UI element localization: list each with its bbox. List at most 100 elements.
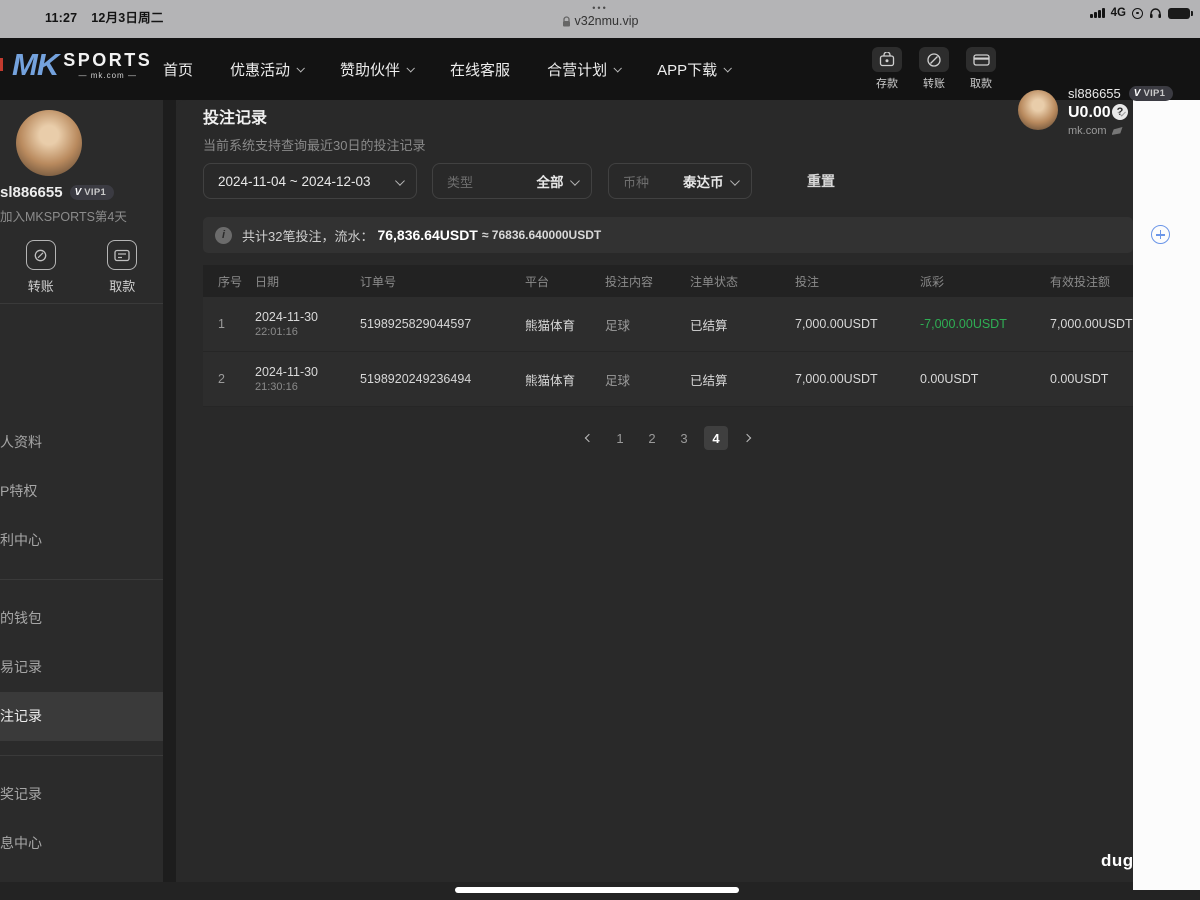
nav-app-download[interactable]: APP下载: [657, 59, 733, 80]
transfer-button[interactable]: 转账: [919, 47, 949, 91]
nav-sponsors[interactable]: 赞助伙伴: [340, 59, 415, 80]
tab-options-icon[interactable]: •••: [0, 3, 1200, 13]
order-number: 5198925829044597: [360, 317, 472, 331]
sidebar-item-vip[interactable]: P特权: [0, 467, 163, 516]
page-3-button[interactable]: 3: [672, 426, 696, 450]
chevron-left-icon: [584, 433, 594, 443]
vip-badge: V VIP1: [1128, 86, 1174, 101]
page-1-button[interactable]: 1: [608, 426, 632, 450]
sidebar-item-profile[interactable]: 人资料: [0, 418, 163, 467]
nav-livechat[interactable]: 在线客服: [450, 59, 510, 80]
chevron-right-icon: [742, 433, 752, 443]
info-icon: i: [215, 226, 232, 244]
sidebar-gutter: [163, 100, 176, 882]
sidebar-avatar: [16, 110, 82, 176]
site-header: MK SPORTS mk.com 首页 优惠活动 赞助伙伴 在线客服 合营计划 …: [0, 38, 1200, 137]
url-text: v32nmu.vip: [574, 14, 639, 28]
sidebar-item-welfare[interactable]: 利中心: [0, 516, 163, 565]
filter-bar: 2024-11-04 ~ 2024-12-03 类型 全部 币种 泰达币 重置: [203, 163, 835, 199]
chevron-down-icon: [569, 175, 580, 185]
transfer-coin-icon: [927, 52, 941, 67]
lock-icon: [562, 15, 570, 26]
vip-v-icon: V: [74, 187, 82, 198]
chevron-down-icon: [406, 64, 415, 73]
deposit-button[interactable]: 存款: [872, 47, 902, 91]
logo-sports: SPORTS: [63, 50, 153, 70]
status-bar: 11:27 12月3日周二 ••• v32nmu.vip 4G: [0, 0, 1200, 38]
orientation-lock-icon: [1132, 7, 1143, 19]
nav-promotions[interactable]: 优惠活动: [230, 59, 305, 80]
plus-circle-icon[interactable]: [1151, 225, 1170, 244]
withdraw-card-icon: [972, 53, 990, 66]
site-badge-icon: [1111, 127, 1123, 135]
order-number: 5198920249236494: [360, 372, 472, 386]
username-label: sl886655: [1068, 86, 1121, 101]
edge-red-fragment: [0, 58, 3, 71]
nav-affiliate[interactable]: 合营计划: [547, 59, 623, 80]
table-row: 1 2024-11-30 22:01:16 5198925829044597 熊猫…: [203, 297, 1133, 352]
sidebar-menu: 人资料 P特权 利中心 的钱包 易记录 注记录 奖记录 息中心 见反馈 助中心: [0, 418, 163, 882]
sidebar-item-wallet[interactable]: 的钱包: [0, 594, 163, 643]
page-4-button[interactable]: 4: [704, 426, 728, 450]
payout-value: -7,000.00USDT: [920, 317, 1007, 331]
table-row: 2 2024-11-30 21:30:16 5198920249236494 熊猫…: [203, 352, 1133, 407]
transfer-coin-icon: [34, 249, 47, 261]
main-content: 投注记录 ? 投 当前系统支持查询最近30日的投注记录 2024-11-04 ~…: [176, 100, 1200, 882]
sidebar-item-feedback[interactable]: 见反馈: [0, 868, 163, 882]
battery-icon: [1168, 7, 1193, 19]
user-info: sl886655 V VIP1 U0.00 mk.com: [1068, 86, 1174, 137]
signal-bars-icon: [1090, 8, 1105, 18]
page-2-button[interactable]: 2: [640, 426, 664, 450]
logo-mk: MK: [12, 47, 59, 82]
divider: [0, 565, 163, 594]
site-label: mk.com: [1068, 125, 1107, 137]
sidebar: sl886655 V VIP1 加入MKSPORTS第4天 转账 取款 人资料 …: [0, 100, 163, 882]
sidebar-item-rewards[interactable]: 奖记录: [0, 770, 163, 819]
deposit-safe-icon: [879, 52, 895, 67]
bottom-bar: [0, 882, 1200, 900]
sidebar-item-bet-records[interactable]: 注记录: [0, 692, 163, 741]
sidebar-withdraw-button[interactable]: 取款: [82, 240, 164, 295]
table-header-row: 序号 日期 订单号 平台 投注内容 注单状态 投注 派彩 有效投注额: [203, 265, 1133, 297]
page-title: 投注记录: [203, 110, 268, 127]
balance-dropdown[interactable]: U0.00: [1068, 104, 1173, 122]
divider: [0, 741, 163, 770]
turnover-approx: ≈ 76836.640000USDT: [481, 228, 602, 242]
divider: [0, 303, 163, 304]
sidebar-item-messages[interactable]: 息中心: [0, 819, 163, 868]
watermark-text: dug: [1101, 851, 1134, 870]
quick-actions: 存款 转账 取款: [872, 47, 996, 91]
reset-button[interactable]: 重置: [807, 171, 835, 191]
home-indicator[interactable]: [455, 887, 739, 893]
logo[interactable]: MK SPORTS mk.com: [12, 47, 152, 83]
query-hint: 当前系统支持查询最近30日的投注记录: [203, 138, 426, 153]
status-badge: 已结算: [690, 318, 728, 333]
chevron-down-icon: [1117, 108, 1126, 117]
summary-bar: i 共计32笔投注，流水： 76,836.64USDT ≈ 76836.6400…: [203, 217, 1133, 253]
main-nav: 首页 优惠活动 赞助伙伴 在线客服 合营计划 APP下载: [163, 38, 733, 100]
summary-prefix: 共计32笔投注，流水：: [242, 228, 374, 244]
chevron-down-icon: [723, 64, 733, 73]
sidebar-vip-badge: V VIP1: [69, 185, 115, 200]
date-range-select[interactable]: 2024-11-04 ~ 2024-12-03: [203, 163, 417, 199]
chevron-down-icon: [394, 175, 405, 185]
sidebar-item-transactions[interactable]: 易记录: [0, 643, 163, 692]
chevron-down-icon: [296, 64, 305, 73]
avatar[interactable]: [1018, 90, 1058, 130]
url-bar[interactable]: v32nmu.vip: [562, 14, 639, 28]
logo-domain: mk.com: [78, 71, 136, 80]
nav-home[interactable]: 首页: [163, 59, 193, 80]
chevron-down-icon: [613, 64, 623, 73]
type-select[interactable]: 类型 全部: [432, 163, 592, 199]
screen: 11:27 12月3日周二 ••• v32nmu.vip 4G MK SPORTS…: [0, 0, 1200, 900]
pagination: 1 2 3 4: [203, 426, 1133, 450]
withdraw-card-icon: [114, 249, 130, 261]
prev-page-button[interactable]: [578, 427, 600, 449]
sidebar-transfer-button[interactable]: 转账: [0, 240, 82, 295]
next-page-button[interactable]: [736, 427, 758, 449]
withdraw-button[interactable]: 取款: [966, 47, 996, 91]
sidebar-username: sl886655: [0, 184, 63, 201]
turnover-amount: 76,836.64USDT: [377, 227, 478, 243]
bet-records-table: 序号 日期 订单号 平台 投注内容 注单状态 投注 派彩 有效投注额 1 202…: [203, 265, 1133, 407]
currency-select[interactable]: 币种 泰达币: [608, 163, 752, 199]
